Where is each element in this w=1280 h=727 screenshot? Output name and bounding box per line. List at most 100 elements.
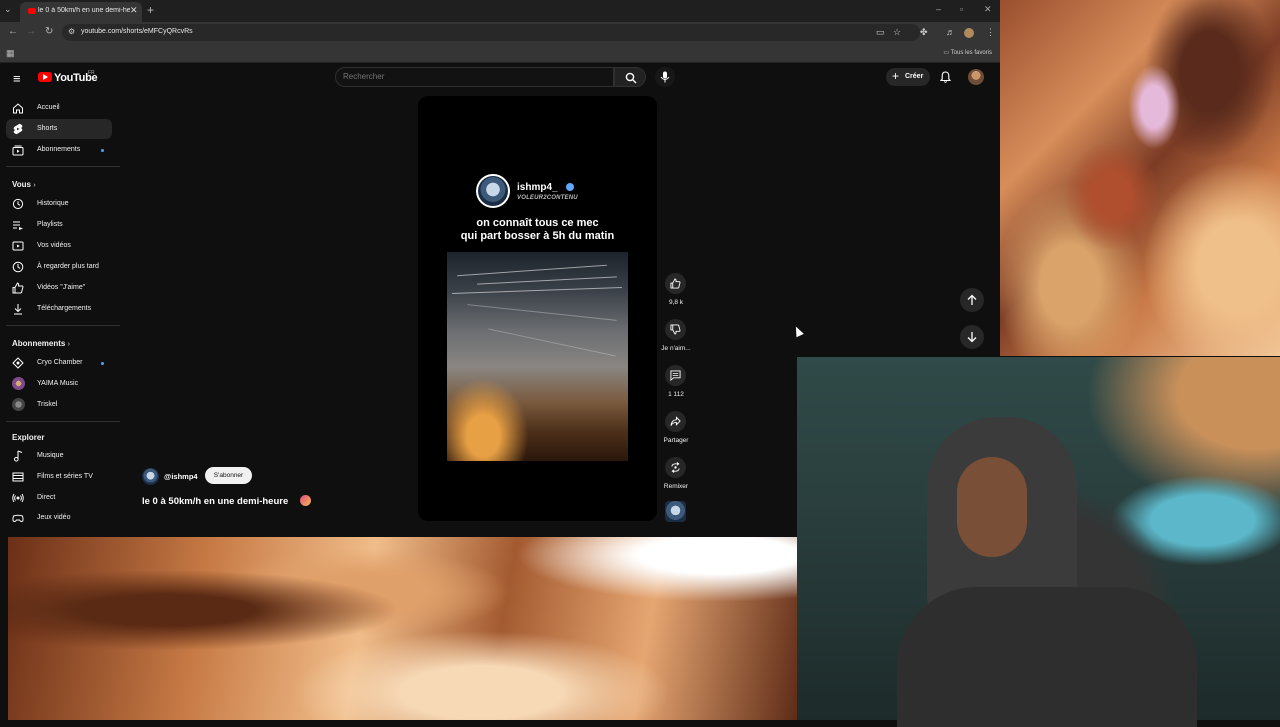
sidebar-section-abonnements[interactable]: Abonnements ›	[12, 339, 70, 348]
profile-avatar[interactable]	[964, 28, 974, 38]
menu-icon[interactable]: ≡	[13, 71, 21, 86]
remix-button[interactable]	[665, 457, 686, 478]
apps-grid-icon[interactable]: ▦	[6, 48, 15, 59]
comment-icon	[670, 370, 681, 381]
maximize-icon[interactable]: ▫	[960, 4, 963, 14]
dislike-label: Je n'aim...	[661, 345, 691, 352]
sidebar-item-label: Direct	[37, 494, 56, 501]
reload-icon[interactable]: ↻	[45, 26, 53, 37]
share-label: Partager	[663, 437, 689, 444]
subscriptions-icon	[12, 145, 24, 156]
gaming-icon	[12, 514, 24, 523]
comments-button[interactable]	[665, 365, 686, 386]
notifications-bell-icon[interactable]	[940, 71, 951, 83]
tab-title: le 0 à 50km/h en une demi-heure	[38, 7, 130, 14]
media-icon[interactable]: ♬	[946, 27, 955, 37]
sidebar-item-label: Historique	[37, 200, 69, 207]
sidebar-item-musique[interactable]: Musique	[6, 446, 112, 466]
site-info-icon[interactable]: ⚙	[68, 27, 75, 36]
address-bar[interactable]: ⚙ youtube.com/shorts/eMFCyQRcvRs	[62, 24, 920, 41]
country-code: FR	[88, 70, 95, 76]
sidebar-item-cryo-chamber[interactable]: Cryo Chamber	[6, 353, 112, 373]
webcam-feed	[797, 357, 1280, 727]
search-icon	[625, 72, 637, 84]
share-button[interactable]	[665, 411, 686, 432]
short-caption-line2: qui part bosser à 5h du matin	[460, 230, 615, 242]
sidebar-item-videos-jaime[interactable]: Vidéos "J'aime"	[6, 278, 112, 298]
watch-later-icon	[12, 261, 24, 273]
create-label: Créer	[905, 73, 924, 80]
next-short-button[interactable]	[960, 325, 984, 349]
bookmarks-bar: ▦ ▭ Tous les favoris	[0, 44, 1000, 63]
light-streak	[467, 304, 617, 321]
all-bookmarks-label: Tous les favoris	[950, 50, 992, 56]
triskel-avatar	[12, 398, 25, 411]
sidebar-item-label: Vidéos "J'aime"	[37, 284, 86, 291]
tab-close-icon[interactable]: ✕	[130, 5, 138, 16]
sidebar-item-label: Triskel	[37, 401, 58, 408]
channel-handle[interactable]: @ishmp4	[164, 472, 198, 481]
youtube-logo-icon[interactable]	[38, 72, 52, 82]
voice-search-button[interactable]	[655, 67, 675, 87]
comment-count: 1 112	[668, 391, 684, 398]
sidebar-item-triskel[interactable]: Triskel	[6, 395, 112, 415]
create-button[interactable]: + Créer	[886, 68, 930, 86]
sidebar-item-direct[interactable]: Direct	[6, 488, 112, 508]
previous-short-button[interactable]	[960, 288, 984, 312]
browser-tab[interactable]: le 0 à 50km/h en une demi-heure ✕	[20, 2, 142, 22]
light-streak	[477, 276, 617, 285]
sidebar-item-label: Cryo Chamber	[37, 359, 83, 366]
sidebar-heading-label: Vous	[12, 180, 31, 189]
download-icon	[14, 304, 22, 315]
install-app-icon[interactable]: ▭	[876, 27, 885, 38]
cryo-chamber-avatar-icon	[12, 357, 24, 369]
subscribe-button[interactable]: S'abonner	[205, 467, 252, 484]
like-button[interactable]	[665, 273, 686, 294]
sidebar-item-label: À regarder plus tard	[37, 263, 99, 270]
background-artwork-right	[1000, 0, 1280, 356]
your-videos-icon	[12, 241, 24, 251]
music-icon	[14, 450, 23, 462]
tab-search-icon[interactable]: ⌄	[4, 4, 12, 15]
channel-avatar[interactable]	[142, 468, 159, 485]
sidebar-item-jeux-video[interactable]: Jeux vidéo	[6, 508, 112, 528]
back-icon[interactable]: ←	[8, 26, 18, 37]
window-close-icon[interactable]: ✕	[984, 4, 992, 15]
sound-thumbnail[interactable]	[665, 501, 686, 522]
short-overlay-avatar	[476, 174, 510, 208]
sidebar-item-label: Films et séries TV	[37, 473, 93, 480]
dislike-button[interactable]	[665, 319, 686, 340]
new-tab-icon[interactable]: +	[147, 3, 154, 17]
search-input[interactable]	[343, 72, 603, 81]
search-box[interactable]	[335, 67, 614, 87]
bookmark-star-icon[interactable]: ☆	[893, 27, 901, 38]
light-streak	[488, 328, 616, 357]
sidebar-item-playlists[interactable]: Playlists	[6, 215, 112, 235]
minimize-icon[interactable]: –	[936, 4, 941, 14]
sidebar-section-vous[interactable]: Vous ›	[12, 180, 36, 189]
liked-icon	[12, 282, 24, 294]
sidebar-item-telechargements[interactable]: Téléchargements	[6, 299, 112, 319]
sidebar-item-abonnements[interactable]: Abonnements	[6, 140, 112, 160]
plus-icon: +	[892, 69, 900, 83]
sidebar-item-films-series[interactable]: Films et séries TV	[6, 467, 112, 487]
browser-menu-icon[interactable]: ⋮	[986, 27, 995, 38]
verified-icon	[566, 183, 574, 191]
playlists-icon	[13, 221, 23, 230]
short-video-frame[interactable]	[447, 252, 628, 461]
sidebar-item-vos-videos[interactable]: Vos vidéos	[6, 236, 112, 256]
account-avatar[interactable]	[968, 69, 984, 85]
short-caption-line1: on connaît tous ce mec	[476, 217, 599, 229]
new-content-dot	[101, 362, 104, 365]
remix-icon	[671, 462, 680, 473]
extensions-icon[interactable]: ✤	[920, 27, 928, 38]
all-bookmarks-link[interactable]: ▭ Tous les favoris	[943, 49, 992, 56]
sidebar-item-accueil[interactable]: Accueil	[6, 98, 112, 118]
thumbs-down-icon	[670, 324, 681, 335]
sidebar-item-yaima-music[interactable]: YAIMA Music	[6, 374, 112, 394]
sidebar-item-shorts[interactable]: Shorts	[6, 119, 112, 139]
search-button[interactable]	[614, 67, 646, 87]
sidebar-item-a-regarder-plus-tard[interactable]: À regarder plus tard	[6, 257, 112, 277]
forward-icon[interactable]: →	[26, 26, 36, 37]
sidebar-item-historique[interactable]: Historique	[6, 194, 112, 214]
